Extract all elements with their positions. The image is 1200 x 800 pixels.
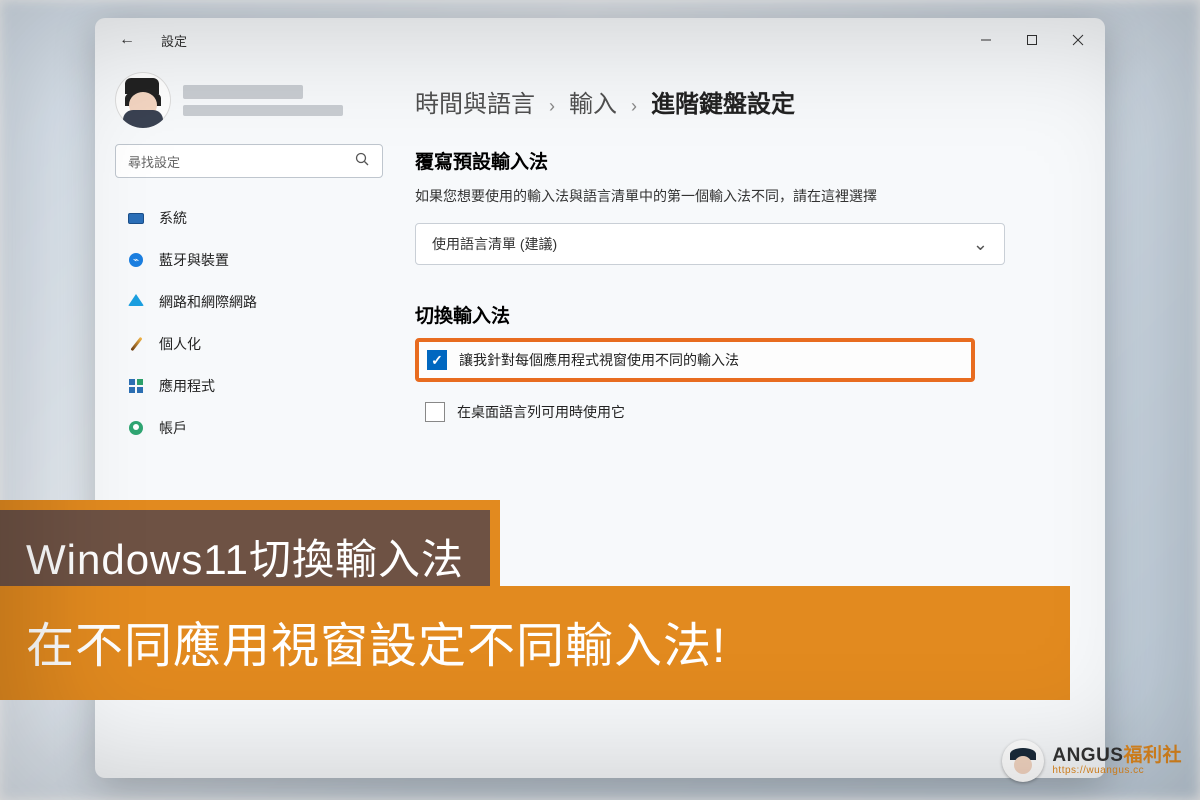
sidebar-item-accounts[interactable]: 帳戶 bbox=[115, 408, 383, 448]
breadcrumb-level2[interactable]: 輸入 bbox=[569, 84, 617, 119]
sidebar-item-personalization[interactable]: 個人化 bbox=[115, 324, 383, 364]
minimize-button[interactable] bbox=[963, 18, 1009, 62]
desktop-lang-bar-option[interactable]: 在桌面語言列可用時使用它 bbox=[415, 392, 975, 432]
per-app-ime-label: 讓我針對每個應用程式視窗使用不同的輸入法 bbox=[459, 350, 739, 370]
watermark-brand: ANGUS福利社 bbox=[1052, 746, 1182, 766]
profile-email-redacted bbox=[183, 105, 343, 116]
chevron-down-icon: ⌄ bbox=[973, 234, 988, 255]
overlay-line1: Windows11切換輸入法 bbox=[26, 526, 464, 587]
profile-name-redacted bbox=[183, 85, 303, 99]
switch-section-title: 切換輸入法 bbox=[415, 301, 1065, 328]
breadcrumb: 時間與語言 › 輸入 › 進階鍵盤設定 bbox=[415, 84, 1065, 119]
search-input[interactable]: 尋找設定 bbox=[115, 144, 383, 178]
desktop-lang-bar-checkbox[interactable] bbox=[425, 402, 445, 422]
bluetooth-icon: ⌁ bbox=[127, 251, 145, 269]
breadcrumb-current: 進階鍵盤設定 bbox=[651, 84, 795, 119]
override-section-title: 覆寫預設輸入法 bbox=[415, 147, 1065, 174]
sidebar-item-label: 網路和網際網路 bbox=[159, 292, 257, 312]
per-app-ime-option[interactable]: ✓ 讓我針對每個應用程式視窗使用不同的輸入法 bbox=[415, 338, 975, 382]
watermark-avatar bbox=[1002, 740, 1044, 782]
search-placeholder: 尋找設定 bbox=[128, 152, 180, 171]
sidebar-item-apps[interactable]: 應用程式 bbox=[115, 366, 383, 406]
back-button[interactable]: ← bbox=[111, 27, 143, 53]
system-icon bbox=[127, 209, 145, 227]
sidebar-item-label: 應用程式 bbox=[159, 376, 215, 396]
account-icon bbox=[127, 419, 145, 437]
close-button[interactable] bbox=[1055, 18, 1101, 62]
avatar bbox=[115, 72, 171, 128]
per-app-ime-checkbox[interactable]: ✓ bbox=[427, 350, 447, 370]
overlay-banner-1: Windows11切換輸入法 bbox=[0, 500, 500, 599]
check-icon: ✓ bbox=[431, 352, 443, 369]
sidebar-item-bluetooth[interactable]: ⌁ 藍牙與裝置 bbox=[115, 240, 383, 280]
chevron-right-icon: › bbox=[631, 96, 637, 117]
pencil-icon bbox=[127, 335, 145, 353]
desktop-lang-bar-label: 在桌面語言列可用時使用它 bbox=[457, 402, 625, 422]
override-section-desc: 如果您想要使用的輸入法與語言清單中的第一個輸入法不同，請在這裡選擇 bbox=[415, 184, 975, 209]
sidebar-item-system[interactable]: 系統 bbox=[115, 198, 383, 238]
sidebar-item-label: 藍牙與裝置 bbox=[159, 250, 229, 270]
select-value: 使用語言清單 (建議) bbox=[432, 234, 557, 254]
sidebar-item-label: 系統 bbox=[159, 208, 187, 228]
wifi-icon bbox=[127, 293, 145, 311]
sidebar-item-label: 個人化 bbox=[159, 334, 201, 354]
breadcrumb-level1[interactable]: 時間與語言 bbox=[415, 84, 535, 119]
maximize-button[interactable] bbox=[1009, 18, 1055, 62]
sidebar-item-label: 帳戶 bbox=[159, 418, 187, 438]
chevron-right-icon: › bbox=[549, 96, 555, 117]
profile-block[interactable] bbox=[115, 72, 383, 128]
overlay-banner-2: 在不同應用視窗設定不同輸入法! bbox=[0, 586, 1070, 700]
apps-icon bbox=[127, 377, 145, 395]
search-icon bbox=[355, 152, 370, 170]
sidebar-item-network[interactable]: 網路和網際網路 bbox=[115, 282, 383, 322]
overlay-line2: 在不同應用視窗設定不同輸入法! bbox=[26, 606, 1044, 676]
watermark-url: https://wuangus.cc bbox=[1052, 766, 1182, 777]
watermark: ANGUS福利社 https://wuangus.cc bbox=[1002, 740, 1182, 782]
default-ime-select[interactable]: 使用語言清單 (建議) ⌄ bbox=[415, 223, 1005, 265]
app-title: 設定 bbox=[161, 31, 187, 50]
titlebar: ← 設定 bbox=[95, 18, 1105, 62]
